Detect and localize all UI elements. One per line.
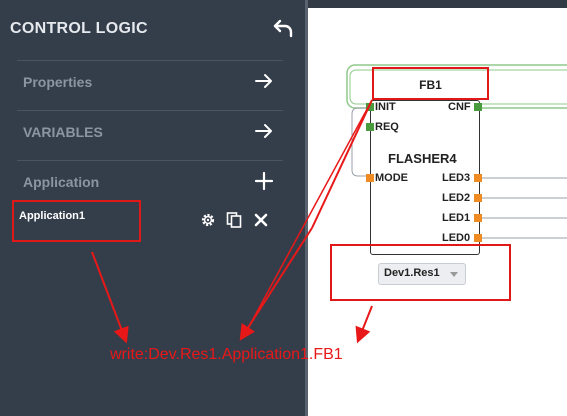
- annotation-text: write:Dev.Res1.Application1.FB1: [110, 346, 343, 363]
